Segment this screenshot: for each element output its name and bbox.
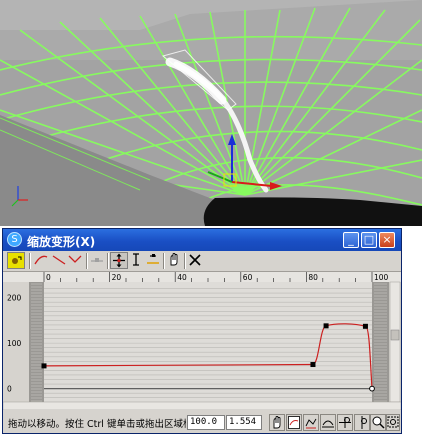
zoom-icon[interactable]: [370, 414, 386, 431]
x-tick-label: 100: [374, 273, 389, 282]
y-tick-label: 0: [7, 385, 12, 394]
x-tick-label: 60: [243, 273, 253, 282]
insert-point-icon[interactable]: [89, 252, 107, 269]
left-range-bar: [29, 282, 44, 402]
x-tick-label: 80: [308, 273, 318, 282]
delete-point-icon[interactable]: [187, 252, 205, 269]
maximize-button[interactable]: □: [361, 232, 377, 248]
app-icon: S: [7, 232, 22, 247]
zoom-horizontal-icon[interactable]: [337, 414, 353, 431]
window-title: 缩放变形(X): [27, 235, 96, 249]
y-tick-label: 100: [7, 339, 22, 348]
title-bar[interactable]: S 缩放变形(X) _ □ ×: [3, 229, 401, 251]
x-tick-label: 0: [46, 273, 51, 282]
curve-graph[interactable]: 200 100 0 0 20 40 60 80 100: [2, 272, 402, 411]
x-tick-label: 40: [177, 273, 187, 282]
curve-control-point[interactable]: [323, 323, 329, 329]
reset-curve-icon[interactable]: [67, 252, 85, 269]
pan-icon[interactable]: [166, 252, 184, 269]
right-range-bar: [372, 282, 389, 402]
3d-viewport[interactable]: [0, 0, 422, 226]
close-button[interactable]: ×: [379, 232, 395, 248]
x-tick-label: 20: [112, 273, 122, 282]
viewport-render: [0, 0, 422, 226]
minimize-button[interactable]: _: [343, 232, 359, 248]
scrollbar-thumb: [390, 329, 400, 341]
zoom-vertical-icon[interactable]: [354, 414, 370, 431]
curve-control-point[interactable]: [41, 363, 47, 369]
curve-line-icon[interactable]: [33, 252, 51, 269]
pan-view-icon[interactable]: [269, 414, 285, 431]
background-strip: [404, 226, 422, 435]
curve-control-point[interactable]: [362, 323, 368, 329]
zoom-region-icon[interactable]: [386, 414, 400, 431]
toolbar: [3, 251, 401, 272]
insert-corner-icon[interactable]: [145, 252, 163, 269]
zoom-horizontal-extents-icon[interactable]: [303, 414, 319, 431]
scale-point-icon[interactable]: [128, 252, 146, 269]
horizontal-scrollbar: [2, 401, 402, 411]
curve-control-point[interactable]: [310, 362, 316, 368]
zoom-value-extents-icon[interactable]: [320, 414, 336, 431]
status-message: 拖动以移动。按住 Ctrl 键单击或拖出区域框以选择: [8, 419, 186, 430]
y-tick-label: 200: [7, 294, 22, 303]
zoom-extents-icon[interactable]: [286, 414, 302, 431]
curve-control-point[interactable]: [369, 385, 375, 392]
filter-icon[interactable]: [7, 252, 25, 269]
status-bar: 拖动以移动。按住 Ctrl 键单击或拖出区域框以选择 100.0 1.554: [3, 412, 401, 433]
y-value-field[interactable]: 1.554: [226, 415, 262, 430]
vertical-scrollbar: [389, 281, 401, 403]
move-icon[interactable]: [110, 252, 128, 269]
scale-deformation-window: S 缩放变形(X) _ □ × 200 100 0 0 20 40 60 80 …: [2, 228, 402, 434]
x-value-field[interactable]: 100.0: [187, 415, 225, 430]
